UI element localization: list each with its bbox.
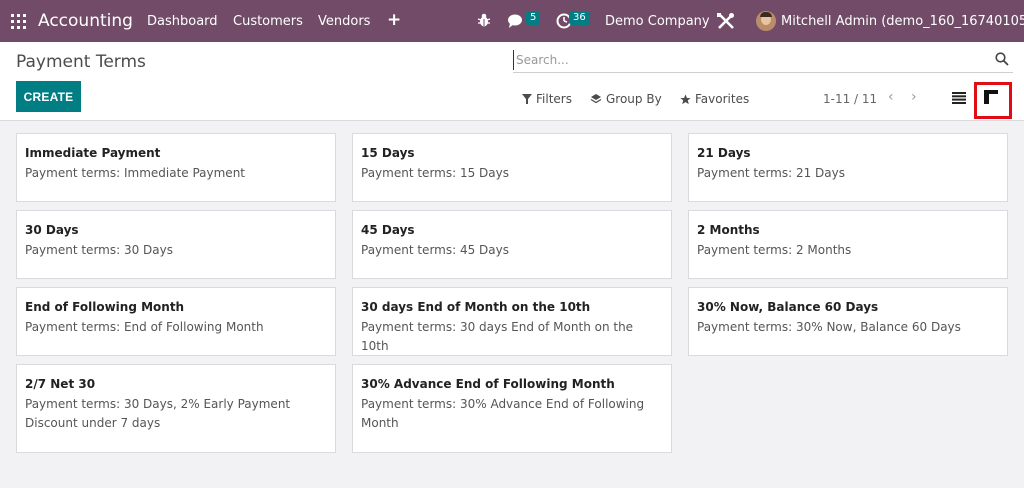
app-name[interactable]: Accounting xyxy=(38,11,133,31)
kanban-card[interactable]: End of Following Month Payment terms: En… xyxy=(16,287,336,356)
list-view-icon[interactable] xyxy=(952,92,966,104)
card-title: Immediate Payment xyxy=(25,146,161,160)
card-description: Payment terms: 45 Days xyxy=(361,243,509,257)
kanban-card[interactable]: 30 days End of Month on the 10th Payment… xyxy=(352,287,672,356)
card-description: Payment terms: 30% Now, Balance 60 Days xyxy=(697,320,961,334)
card-title: 30 days End of Month on the 10th xyxy=(361,300,591,314)
card-description: Payment terms: Immediate Payment xyxy=(25,166,246,180)
card-title: 15 Days xyxy=(361,146,415,160)
debug-tools-icon[interactable] xyxy=(716,12,736,30)
card-description: Payment terms: 30% Advance End of Follow… xyxy=(361,397,645,430)
card-description: Payment terms: 2 Months xyxy=(697,243,852,257)
card-title: 30% Advance End of Following Month xyxy=(361,377,615,391)
favorites-toggle[interactable]: Favorites xyxy=(680,92,749,106)
control-panel: Payment Terms CREATE Filters Group By Fa… xyxy=(0,42,1024,121)
chat-count-badge: 5 xyxy=(526,11,541,25)
card-description: Payment terms: 21 Days xyxy=(697,166,845,180)
kanban-card[interactable]: Immediate Payment Payment terms: Immedia… xyxy=(16,133,336,202)
create-button[interactable]: CREATE xyxy=(16,81,81,112)
card-title: 30 Days xyxy=(25,223,79,237)
card-description: Payment terms: 30 Days xyxy=(25,243,173,257)
card-title: 2 Months xyxy=(697,223,760,237)
card-title: 2/7 Net 30 xyxy=(25,377,96,391)
favorites-label: Favorites xyxy=(695,92,750,106)
card-title: 21 Days xyxy=(697,146,751,160)
card-description: Payment terms: 15 Days xyxy=(361,166,509,180)
pager-previous-icon[interactable]: ‹ xyxy=(888,89,894,105)
card-description: Payment terms: 30 days End of Month on t… xyxy=(361,320,634,353)
card-description: Payment terms: End of Following Month xyxy=(25,320,264,334)
filters-toggle[interactable]: Filters xyxy=(522,92,572,106)
menu-customers[interactable]: Customers xyxy=(233,14,303,29)
card-title: 45 Days xyxy=(361,223,415,237)
search-input[interactable] xyxy=(513,50,983,70)
quick-create-icon[interactable]: + xyxy=(387,10,401,30)
search-bar xyxy=(513,48,1013,73)
search-icon[interactable] xyxy=(995,52,1009,66)
pager-value[interactable]: 1-11 / 11 xyxy=(823,92,877,106)
top-navbar: Accounting Dashboard Customers Vendors +… xyxy=(0,0,1024,42)
kanban-card[interactable]: 21 Days Payment terms: 21 Days xyxy=(688,133,1008,202)
group-by-label: Group By xyxy=(606,92,662,106)
kanban-card[interactable]: 15 Days Payment terms: 15 Days xyxy=(352,133,672,202)
kanban-card[interactable]: 2/7 Net 30 Payment terms: 30 Days, 2% Ea… xyxy=(16,364,336,453)
chat-icon[interactable] xyxy=(507,13,525,29)
group-by-toggle[interactable]: Group By xyxy=(590,92,662,106)
bug-icon[interactable] xyxy=(476,12,492,28)
card-description: Payment terms: 30 Days, 2% Early Payment… xyxy=(25,397,291,430)
pager-next-icon[interactable]: › xyxy=(911,89,917,105)
filter-icon xyxy=(522,94,532,104)
page-title: Payment Terms xyxy=(16,52,146,72)
kanban-card[interactable]: 30 Days Payment terms: 30 Days xyxy=(16,210,336,279)
card-title: 30% Now, Balance 60 Days xyxy=(697,300,879,314)
menu-dashboard[interactable]: Dashboard xyxy=(147,14,218,29)
card-title: End of Following Month xyxy=(25,300,185,314)
user-avatar[interactable] xyxy=(756,11,776,31)
company-switcher[interactable]: Demo Company xyxy=(605,14,710,29)
menu-vendors[interactable]: Vendors xyxy=(318,14,370,29)
kanban-view-icon[interactable] xyxy=(984,90,998,104)
user-menu[interactable]: Mitchell Admin (demo_160_1674010531) xyxy=(781,14,1024,29)
activity-count-badge: 36 xyxy=(569,11,590,25)
apps-menu-icon[interactable] xyxy=(11,14,26,29)
filters-label: Filters xyxy=(536,92,572,106)
kanban-card[interactable]: 30% Now, Balance 60 Days Payment terms: … xyxy=(688,287,1008,356)
kanban-card[interactable]: 45 Days Payment terms: 45 Days xyxy=(352,210,672,279)
kanban-card[interactable]: 2 Months Payment terms: 2 Months xyxy=(688,210,1008,279)
kanban-card[interactable]: 30% Advance End of Following Month Payme… xyxy=(352,364,672,453)
star-icon xyxy=(680,93,691,104)
layers-icon xyxy=(590,94,602,104)
